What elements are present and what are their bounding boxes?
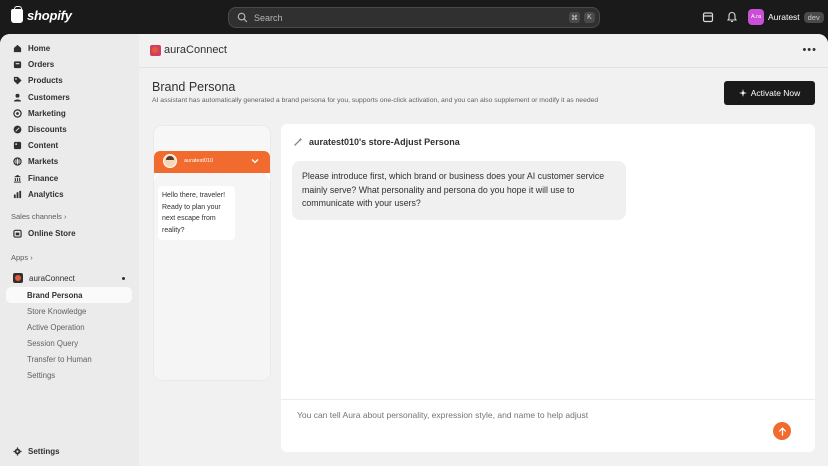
sidebar-item-label: Settings: [28, 446, 60, 456]
page-title: Brand Persona: [152, 80, 236, 94]
home-icon: [13, 44, 22, 53]
sidebar-item-analytics[interactable]: Analytics: [8, 186, 132, 202]
search-icon: [237, 12, 248, 23]
sparkle-icon: [738, 89, 747, 97]
main-content: auraConnect ••• Brand Persona AI assista…: [139, 34, 828, 466]
bot-name: auratest010: [184, 158, 214, 164]
bot-avatar: [163, 154, 177, 168]
store-name: Auratest: [768, 12, 800, 22]
orders-icon: [13, 60, 22, 69]
sidebar-item-label: Marketing: [28, 108, 66, 118]
store-icon[interactable]: [702, 11, 714, 23]
tag-icon: [13, 76, 22, 85]
sidebar-item-finance[interactable]: Finance: [8, 170, 132, 186]
chevron-right-icon: ›: [63, 212, 67, 221]
persona-chat-panel: auratest010's store-Adjust Persona Pleas…: [281, 124, 815, 452]
shortcut-key-k: K: [584, 12, 595, 23]
brand-name: shopify: [27, 8, 72, 23]
more-actions-button[interactable]: •••: [802, 45, 817, 56]
store-avatar: A.ra: [748, 9, 764, 25]
apps-label: Apps: [11, 253, 29, 262]
sidebar-item-marketing[interactable]: Marketing: [8, 105, 132, 121]
chat-title: auratest010's store-Adjust Persona: [309, 137, 460, 147]
send-button[interactable]: [773, 422, 791, 440]
assistant-message: Please introduce first, which brand or b…: [292, 161, 626, 220]
bot-greeting-bubble: Hello there, traveler! Ready to plan you…: [158, 186, 235, 240]
page-subtitle: AI assistant has automatically generated…: [152, 97, 599, 104]
apps-header[interactable]: Apps ›: [11, 253, 33, 262]
storefront-icon: [13, 229, 22, 238]
sidebar-subitem-brand-persona[interactable]: Brand Persona: [6, 287, 132, 303]
store-switcher[interactable]: A.ra Auratest dev: [748, 9, 824, 25]
globe-icon: [13, 156, 22, 166]
content-icon: [13, 141, 22, 150]
app-title: auraConnect: [150, 44, 227, 56]
pin-dot-icon: [122, 277, 125, 280]
sidebar-subitem-transfer-to-human[interactable]: Transfer to Human: [6, 351, 132, 367]
gear-icon: [13, 446, 22, 456]
sidebar-item-online-store[interactable]: Online Store: [8, 225, 132, 241]
sales-channels-label: Sales channels: [11, 212, 62, 221]
sales-channels-header[interactable]: Sales channels ›: [11, 212, 66, 221]
sidebar-item-label: Home: [28, 43, 51, 53]
sidebar-item-label: Online Store: [28, 228, 76, 238]
sidebar: Home Orders Products Customers Marketing…: [0, 34, 139, 466]
search-placeholder: Search: [254, 12, 283, 23]
sidebar-subitem-store-knowledge[interactable]: Store Knowledge: [6, 303, 132, 319]
sidebar-subitem-active-operation[interactable]: Active Operation: [6, 319, 132, 335]
magic-wand-icon: [294, 137, 303, 146]
search-bar[interactable]: Search ⌘ K: [228, 7, 600, 28]
activate-now-label: Activate Now: [750, 88, 801, 98]
activate-now-button[interactable]: Activate Now: [724, 81, 815, 105]
sidebar-subitem-settings[interactable]: Settings: [6, 367, 132, 383]
sidebar-item-label: Orders: [28, 59, 55, 69]
auraconnect-icon: [150, 44, 161, 56]
sidebar-item-content[interactable]: Content: [8, 137, 132, 153]
sidebar-item-label: Content: [28, 140, 59, 150]
app-header: auraConnect •••: [139, 34, 828, 68]
sidebar-item-auraconnect[interactable]: auraConnect: [8, 270, 132, 286]
sidebar-item-label: Discounts: [28, 124, 67, 134]
sidebar-item-discounts[interactable]: Discounts: [8, 121, 132, 137]
sidebar-subitem-session-query[interactable]: Session Query: [6, 335, 132, 351]
sidebar-item-orders[interactable]: Orders: [8, 56, 132, 72]
sidebar-item-label: Finance: [28, 173, 59, 183]
sidebar-item-customers[interactable]: Customers: [8, 89, 132, 105]
admin-frame: Home Orders Products Customers Marketing…: [0, 34, 828, 466]
bank-icon: [13, 174, 22, 183]
preview-chat-body: Hello there, traveler! Ready to plan you…: [154, 173, 270, 380]
chat-header: auratest010's store-Adjust Persona: [293, 137, 460, 147]
person-icon: [13, 93, 22, 102]
sidebar-item-label: Customers: [28, 92, 70, 102]
preview-top: [154, 126, 270, 151]
app-title-text: auraConnect: [164, 44, 227, 56]
sidebar-item-home[interactable]: Home: [8, 40, 132, 56]
chat-input[interactable]: [297, 410, 757, 420]
bell-icon[interactable]: [726, 11, 738, 23]
sidebar-item-products[interactable]: Products: [8, 72, 132, 88]
preview-chat-header: auratest010: [154, 151, 270, 173]
sidebar-item-label: auraConnect: [29, 273, 75, 283]
chat-divider: [281, 399, 815, 400]
sidebar-item-markets[interactable]: Markets: [8, 153, 132, 169]
discount-icon: [13, 125, 22, 134]
env-badge: dev: [803, 11, 824, 23]
shopify-logo[interactable]: shopify: [11, 5, 72, 23]
sidebar-item-label: Analytics: [28, 189, 64, 199]
chevron-down-icon: [251, 159, 259, 164]
widget-preview: auratest010 Hello there, traveler! Ready…: [154, 126, 270, 380]
shopify-bag-icon: [11, 5, 23, 23]
shortcut-key-cmd: ⌘: [569, 12, 580, 23]
sidebar-item-label: Products: [28, 75, 63, 85]
auraconnect-icon: [13, 273, 23, 283]
sidebar-item-settings[interactable]: Settings: [8, 443, 132, 459]
top-bar: shopify Search ⌘ K A.ra Auratest dev: [0, 0, 828, 34]
sidebar-item-label: Markets: [28, 156, 59, 166]
arrow-up-icon: [778, 426, 786, 436]
target-icon: [13, 108, 22, 118]
chart-icon: [13, 190, 22, 199]
chevron-right-icon: ›: [30, 253, 33, 262]
